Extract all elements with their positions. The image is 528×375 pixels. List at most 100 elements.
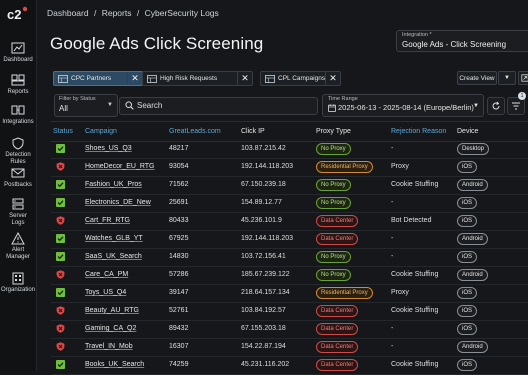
chip-cpc-partners[interactable]: CPC Partners ✕ [53,71,143,86]
proxy-type-badge: No Proxy [316,143,351,155]
time-range-value: 2025-06-13 - 2025-08-14 (Europe/Berlin) [338,103,474,112]
proxy-type-badge: Data Center [316,359,359,371]
export-button[interactable] [518,71,528,85]
breadcrumb-reports[interactable]: Reports [102,8,132,18]
click-ip: 154.22.87.194 [241,343,286,350]
status-filter-value: All [59,104,68,113]
search-input[interactable]: Search [119,97,318,115]
sidebar-item-reports[interactable]: Reports [0,74,36,96]
breadcrumb: Dashboard / Reports / CyberSecurity Logs [47,8,222,18]
sidebar-item-integrations[interactable]: Integrations [0,104,36,126]
status-blocked-icon [56,270,65,279]
column-header-greatleads[interactable]: GreatLeads.com [169,128,221,135]
proxy-type-badge: Data Center [316,233,359,245]
campaign-link[interactable]: SaaS_UK_Search [85,253,142,260]
click-ip: 154.89.12.77 [241,199,282,206]
table-view-icon [265,74,275,83]
table-row[interactable]: Fashion_UK_Pros 71562 67.150.239.18 No Prox… [51,176,528,195]
chip-close-icon[interactable]: ✕ [325,72,340,85]
table-row[interactable]: Books_UK_Search 74259 45.231.116.202 Data C… [51,356,528,375]
integration-select[interactable]: Integration * Google Ads - Click Screeni… [396,30,528,52]
sidebar-item-postbacks[interactable]: Postbacks [0,167,36,189]
click-ip: 192.144.118.203 [241,235,294,242]
campaign-link[interactable]: Cart_FR_RTG [85,217,130,224]
rejection-reason: Bot Detected [391,217,432,224]
table-row[interactable]: Shoes_US_Q3 48217 103.87.215.42 No Proxy - De… [51,140,528,159]
main-content: Dashboard / Reports / CyberSecurity Logs… [37,0,528,375]
reports-icon [11,74,25,86]
table-row[interactable]: HomeDecor_EU_RTG 93054 192.144.118.203 Resi… [51,158,528,177]
sidebar-item-alert[interactable]: Alert Manager [0,232,36,261]
table-row[interactable]: Toys_US_Q4 39147 218.64.157.134 Residential… [51,284,528,303]
sidebar-item-label: Integrations [2,119,34,125]
campaign-link[interactable]: Watches_GLB_YT [85,235,143,242]
breadcrumb-dashboard[interactable]: Dashboard [47,8,89,18]
breadcrumb-current: CyberSecurity Logs [144,8,219,18]
rejection-reason: Proxy [391,163,409,170]
export-icon [521,74,528,82]
greatleads-id: 89432 [169,325,189,332]
click-ip: 103.84.192.57 [241,307,286,314]
table-row[interactable]: Beauty_AU_RTG 52761 103.84.192.57 Data Cent… [51,302,528,321]
chip-label: CPC Partners [71,75,112,82]
column-header-status[interactable]: Status [53,128,73,135]
table-row[interactable]: Care_CA_PM 57286 185.67.239.122 No Proxy Coo… [51,266,528,285]
brand-logo[interactable]: c2 [6,6,30,22]
alert-icon [11,232,25,245]
status-ok-icon [56,288,65,297]
rejection-reason: - [391,343,394,350]
sidebar-item-server[interactable]: Server Logs [0,198,36,227]
table-row[interactable]: SaaS_UK_Search 14830 103.72.156.41 No Proxy… [51,248,528,267]
click-ip: 103.72.156.41 [241,253,286,260]
proxy-type-badge: No Proxy [316,269,351,281]
campaign-link[interactable]: Beauty_AU_RTG [85,307,139,314]
table-view-icon [147,74,157,83]
campaign-link[interactable]: Electronics_DE_New [85,199,151,206]
greatleads-id: 16307 [169,343,189,350]
time-range-picker[interactable]: Time Range 2025-06-13 - 2025-08-14 (Euro… [322,94,484,117]
breadcrumb-separator: / [136,8,140,18]
table-row[interactable]: Electronics_DE_New 25691 154.89.12.77 No Pr… [51,194,528,213]
sidebar-item-dashboard[interactable]: Dashboard [0,42,36,64]
filter-button[interactable]: 1 [507,92,526,115]
campaign-link[interactable]: Care_CA_PM [85,271,128,278]
column-header-rejection-reason[interactable]: Rejection Reason [391,128,446,135]
rejection-reason: - [391,235,394,242]
search-placeholder: Search [137,101,163,110]
campaign-link[interactable]: Travel_IN_Mob [85,343,133,350]
chip-high-risk-requests[interactable]: High Risk Requests ✕ [142,71,253,86]
view-menu-button[interactable]: ▼ [498,71,516,85]
campaign-link[interactable]: Toys_US_Q4 [85,289,126,296]
status-filter-select[interactable]: Filter by Status All ▼ [54,94,118,117]
create-view-label: Create View [459,74,495,82]
table-row[interactable]: Watches_GLB_YT 67925 192.144.118.203 Data C… [51,230,528,249]
campaign-link[interactable]: Books_UK_Search [85,361,144,368]
sidebar-item-organization[interactable]: Organization [0,272,36,294]
campaign-link[interactable]: Gaming_CA_Q2 [85,325,136,332]
status-ok-icon [56,252,65,261]
chip-cpl-campaigns[interactable]: CPL Campaigns ✕ [260,71,341,86]
table-row[interactable]: Cart_FR_RTG 80433 45.236.101.9 Data Center B… [51,212,528,231]
sidebar-item-detection[interactable]: Detection Rules [0,137,36,166]
campaign-link[interactable]: Shoes_US_Q3 [85,145,132,152]
greatleads-id: 48217 [169,145,189,152]
device-badge: iOS [457,323,478,335]
server-icon [12,198,24,210]
campaign-link[interactable]: HomeDecor_EU_RTG [85,163,155,170]
table-row[interactable]: Travel_IN_Mob 16307 154.22.87.194 Data Cent… [51,338,528,357]
proxy-type-badge: No Proxy [316,179,351,191]
column-header-campaign[interactable]: Campaign [85,128,117,135]
sidebar-item-label: Postbacks [4,182,32,188]
chip-close-icon[interactable]: ✕ [237,72,252,85]
status-blocked-icon [56,342,65,351]
chip-close-icon[interactable]: ✕ [127,72,142,85]
rejection-reason: Cookie Stuffing [391,361,439,368]
campaign-link[interactable]: Fashion_UK_Pros [85,181,142,188]
table-row[interactable]: Gaming_CA_Q2 89432 67.155.203.18 Data Cente… [51,320,528,339]
greatleads-id: 74259 [169,361,189,368]
create-view-button[interactable]: Create View [457,71,497,85]
sidebar-item-label: Rules [10,159,26,165]
table-header: Status Campaign GreatLeads.com Click IP … [51,121,528,142]
refresh-button[interactable] [487,97,505,115]
click-ip: 218.64.157.134 [241,289,290,296]
